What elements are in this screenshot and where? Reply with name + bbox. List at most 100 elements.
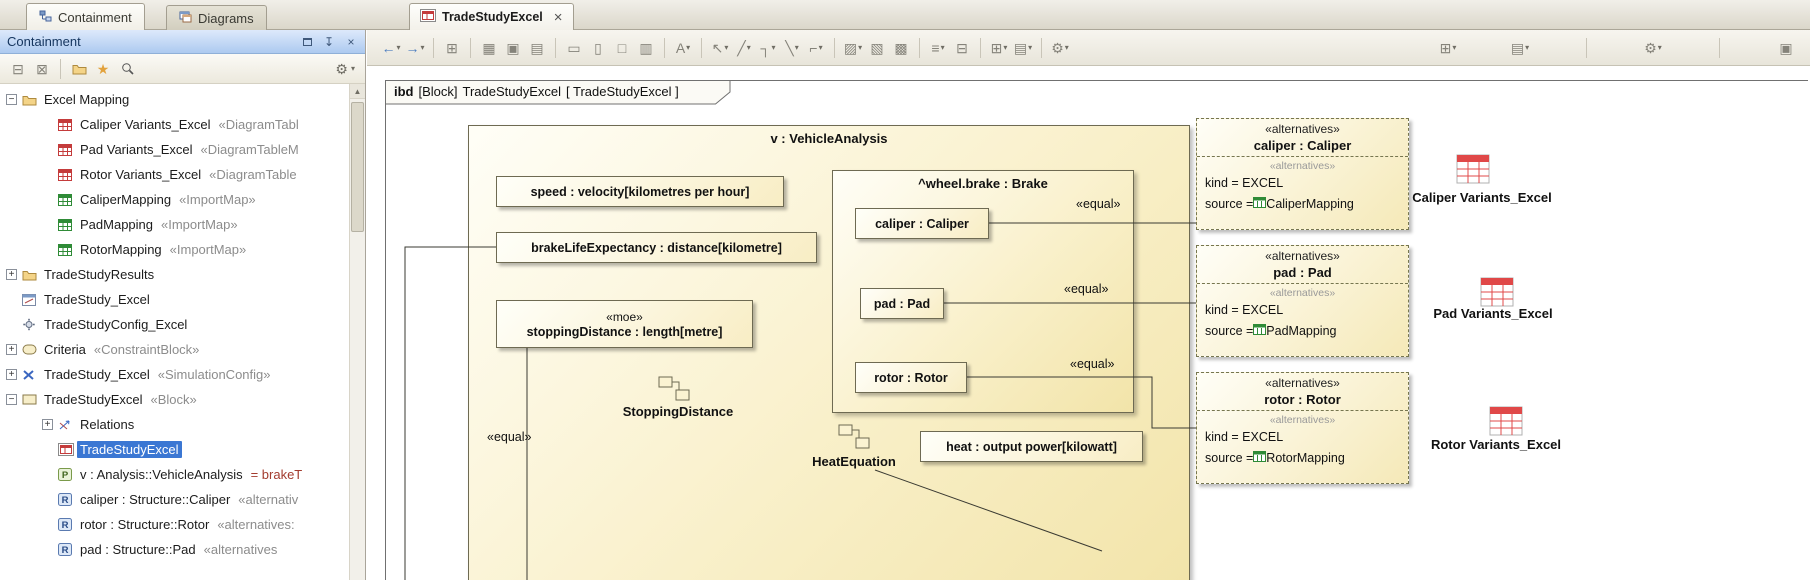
heat-equation-constraint-label[interactable]: HeatEquation bbox=[788, 454, 920, 469]
quick-search-button[interactable] bbox=[115, 57, 139, 81]
expand-expander-icon[interactable]: + bbox=[6, 269, 17, 280]
alternatives-block-caliper[interactable]: «alternatives» caliper : Caliper «altern… bbox=[1196, 118, 1409, 230]
panel-tab-containment[interactable]: Containment bbox=[26, 3, 145, 30]
line-color-button[interactable]: ▧ bbox=[865, 36, 889, 60]
tree-item-tradestudy-excel[interactable]: +TradeStudy_Excel«SimulationConfig» bbox=[0, 362, 350, 387]
tree-item-tradestudyexcel[interactable]: −TradeStudyExcel«Block» bbox=[0, 387, 350, 412]
remove-from-view-button[interactable]: ⊠ bbox=[30, 57, 54, 81]
variant-table-label[interactable]: Rotor Variants_Excel bbox=[1412, 437, 1580, 452]
tree-item-pad-structure-pad[interactable]: Rpad : Structure::Pad«alternatives bbox=[0, 537, 350, 562]
zoom-options-button[interactable]: ⚙▾ bbox=[1641, 36, 1665, 60]
constraint-property-icon[interactable] bbox=[658, 376, 690, 405]
tree-item-caliper-variants-excel[interactable]: Caliper Variants_Excel«DiagramTabl bbox=[0, 112, 350, 137]
constraint-property-icon[interactable] bbox=[838, 424, 870, 453]
equal-connector-label[interactable]: «equal» bbox=[1070, 357, 1115, 371]
diagram-overview-button[interactable]: ⊞▾ bbox=[1436, 36, 1460, 60]
shadow-style-button[interactable]: ▩ bbox=[889, 36, 913, 60]
excel-table-icon[interactable] bbox=[1456, 154, 1494, 189]
favorites-button[interactable]: ★ bbox=[91, 57, 115, 81]
tree-item-v-analysis-vehicleanalysis[interactable]: Pv : Analysis::VehicleAnalysis= brakeT bbox=[0, 462, 350, 487]
scroll-up-icon[interactable]: ▲ bbox=[350, 84, 365, 99]
compartments-button[interactable]: ▤▾ bbox=[1011, 36, 1035, 60]
tree-item-rotor-structure-rotor[interactable]: Rrotor : Structure::Rotor«alternatives: bbox=[0, 512, 350, 537]
open-in-containment-tree-button[interactable] bbox=[67, 57, 91, 81]
tree-item-tradestudy-excel[interactable]: TradeStudy_Excel bbox=[0, 287, 350, 312]
text-style-button[interactable]: A▾ bbox=[671, 36, 695, 60]
show-elements-icon: ⊞ bbox=[991, 41, 1003, 55]
close-panel-button[interactable]: × bbox=[344, 35, 358, 49]
caliper-part[interactable]: caliper : Caliper bbox=[855, 208, 989, 239]
tree-item-label: Caliper Variants_Excel bbox=[77, 116, 214, 133]
tree-item-criteria[interactable]: +Criteria«ConstraintBlock» bbox=[0, 337, 350, 362]
diagram-options-button[interactable]: ⚙▾ bbox=[1048, 36, 1072, 60]
tree-item-calipermapping[interactable]: CaliperMapping«ImportMap» bbox=[0, 187, 350, 212]
panel-toolbar-left: ⊟⊠ ★ bbox=[6, 57, 139, 81]
back-button[interactable]: ←▾ bbox=[379, 36, 403, 60]
pin-panel-button[interactable]: ↧ bbox=[322, 35, 336, 49]
cut-icon: □ bbox=[618, 41, 626, 55]
panel-settings-button[interactable]: ⚙ ▾ bbox=[335, 62, 359, 76]
show-containment-button[interactable]: ⊞ bbox=[440, 36, 464, 60]
alternatives-block-rotor[interactable]: «alternatives» rotor : Rotor «alternativ… bbox=[1196, 372, 1409, 484]
collapse-expander-icon[interactable]: − bbox=[6, 394, 17, 405]
diagram-element-name: TradeStudyExcel bbox=[463, 84, 562, 99]
paste-button[interactable]: ▯ bbox=[586, 36, 610, 60]
tree-item-pad-variants-excel[interactable]: Pad Variants_Excel«DiagramTableM bbox=[0, 137, 350, 162]
tree-scrollbar[interactable]: ▲ bbox=[349, 84, 365, 580]
excel-table-icon[interactable] bbox=[1489, 406, 1527, 441]
table-green-icon bbox=[58, 219, 77, 231]
expand-expander-icon[interactable]: + bbox=[42, 419, 53, 430]
fill-color-button[interactable]: ▨▾ bbox=[841, 36, 865, 60]
select-tool-button[interactable]: ↖▾ bbox=[708, 36, 732, 60]
variant-table-label[interactable]: Caliper Variants_Excel bbox=[1392, 190, 1572, 205]
equal-connector-label[interactable]: «equal» bbox=[487, 430, 532, 444]
variant-table-label[interactable]: Pad Variants_Excel bbox=[1414, 306, 1572, 321]
more-tools-button[interactable]: ▣ bbox=[1774, 36, 1798, 60]
equal-connector-label[interactable]: «equal» bbox=[1076, 197, 1121, 211]
tree-item-caliper-structure-caliper[interactable]: Rcaliper : Structure::Caliper«alternativ bbox=[0, 487, 350, 512]
pad-part[interactable]: pad : Pad bbox=[860, 288, 944, 319]
brake-life-expectancy-part[interactable]: brakeLifeExpectancy : distance[kilometre… bbox=[496, 232, 817, 263]
tree-item-excel-mapping[interactable]: − Excel Mapping bbox=[0, 87, 350, 112]
tree-item-tradestudyconfig-excel[interactable]: TradeStudyConfig_Excel bbox=[0, 312, 350, 337]
rotor-part[interactable]: rotor : Rotor bbox=[855, 362, 967, 393]
part-label: stoppingDistance : length[metre] bbox=[527, 325, 723, 339]
collapse-all-button[interactable]: ⊟ bbox=[6, 57, 30, 81]
panel-tab-diagrams[interactable]: Diagrams bbox=[166, 5, 267, 30]
equal-connector-label[interactable]: «equal» bbox=[1064, 282, 1109, 296]
heat-part[interactable]: heat : output power[kilowatt] bbox=[920, 431, 1143, 462]
tree-item-relations[interactable]: +Relations bbox=[0, 412, 350, 437]
copy-button[interactable]: ▭ bbox=[562, 36, 586, 60]
expand-expander-icon[interactable]: + bbox=[6, 344, 17, 355]
refresh-layout-button[interactable]: ▥ bbox=[634, 36, 658, 60]
path-style-button[interactable]: ⌐▾ bbox=[804, 36, 828, 60]
cut-button[interactable]: □ bbox=[610, 36, 634, 60]
tree-item-label: Excel Mapping bbox=[41, 91, 132, 108]
instance-table-button[interactable]: ▤ bbox=[525, 36, 549, 60]
document-tab-tradestudyexcel[interactable]: TradeStudyExcel × bbox=[409, 3, 574, 30]
align-button[interactable]: ≡▾ bbox=[926, 36, 950, 60]
speed-part[interactable]: speed : velocity[kilometres per hour] bbox=[496, 176, 784, 207]
float-panel-button[interactable] bbox=[300, 35, 314, 49]
distribute-button[interactable]: ⊟ bbox=[950, 36, 974, 60]
stopping-distance-part[interactable]: «moe» stoppingDistance : length[metre] bbox=[496, 300, 753, 348]
show-elements-button[interactable]: ⊞▾ bbox=[987, 36, 1011, 60]
rectilinear-path-button[interactable]: ┐▾ bbox=[756, 36, 780, 60]
tree-item-rotor-variants-excel[interactable]: Rotor Variants_Excel«DiagramTable bbox=[0, 162, 350, 187]
legend-button[interactable]: ▤▾ bbox=[1508, 36, 1532, 60]
alternatives-block-pad[interactable]: «alternatives» pad : Pad «alternatives» … bbox=[1196, 245, 1409, 357]
tree-item-rotormapping[interactable]: RotorMapping«ImportMap» bbox=[0, 237, 350, 262]
tree-item-tradestudyexcel[interactable]: TradeStudyExcel bbox=[0, 437, 350, 462]
forward-button[interactable]: →▾ bbox=[403, 36, 427, 60]
draw-path-button[interactable]: ╱▾ bbox=[732, 36, 756, 60]
collapse-expander-icon[interactable]: − bbox=[6, 94, 17, 105]
close-tab-icon[interactable]: × bbox=[554, 10, 563, 25]
tree-item-tradestudyresults[interactable]: +TradeStudyResults bbox=[0, 262, 350, 287]
generic-table-button[interactable]: ▣ bbox=[501, 36, 525, 60]
oblique-path-button[interactable]: ╲▾ bbox=[780, 36, 804, 60]
tree-item-padmapping[interactable]: PadMapping«ImportMap» bbox=[0, 212, 350, 237]
stopping-distance-constraint-label[interactable]: StoppingDistance bbox=[596, 404, 760, 419]
related-elements-button[interactable]: ▦ bbox=[477, 36, 501, 60]
scrollbar-thumb[interactable] bbox=[351, 102, 364, 232]
expand-expander-icon[interactable]: + bbox=[6, 369, 17, 380]
